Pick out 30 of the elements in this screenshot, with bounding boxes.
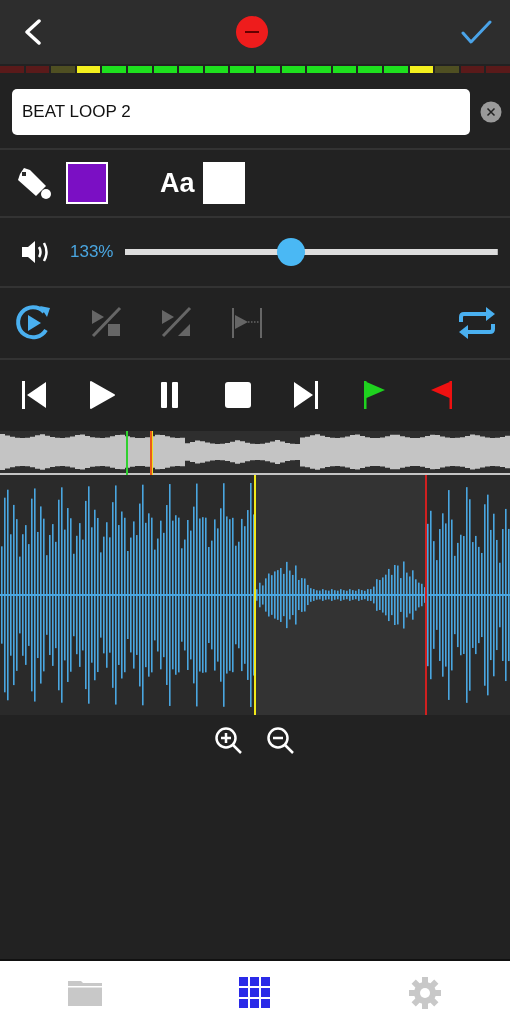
grid-icon bbox=[239, 977, 271, 1009]
slashed-play-triangle-icon bbox=[160, 306, 194, 340]
stop-button[interactable] bbox=[224, 381, 252, 409]
volume-reading: 133% bbox=[70, 242, 114, 262]
delete-button[interactable] bbox=[233, 13, 271, 51]
chevron-left-icon bbox=[22, 19, 44, 45]
play-icon bbox=[89, 380, 115, 410]
skip-forward-icon bbox=[293, 380, 319, 410]
name-input-field[interactable]: BEAT LOOP 2 bbox=[12, 88, 470, 135]
pause-icon bbox=[159, 380, 181, 410]
checkmark-icon bbox=[460, 19, 492, 45]
clear-circle-icon bbox=[480, 100, 502, 123]
slashed-play-square-icon bbox=[90, 306, 124, 340]
repeat-arrows-icon bbox=[458, 306, 496, 340]
settings-icon bbox=[408, 976, 442, 1010]
stop-icon bbox=[224, 381, 252, 409]
play-to-marker-icon bbox=[230, 306, 264, 340]
minus-circle-icon bbox=[235, 15, 269, 49]
skip-back-icon bbox=[21, 380, 47, 410]
fill-color-swatch[interactable] bbox=[66, 162, 108, 204]
text-color-swatch[interactable] bbox=[202, 162, 245, 204]
skip-forward-button[interactable] bbox=[292, 380, 320, 410]
zoom-out-icon bbox=[266, 726, 296, 756]
zoom-in-icon bbox=[214, 726, 244, 756]
play-button[interactable] bbox=[88, 380, 116, 410]
skip-back-button[interactable] bbox=[20, 380, 48, 410]
folder-icon bbox=[67, 978, 103, 1008]
slider-thumb[interactable] bbox=[277, 238, 306, 266]
repeat-button[interactable] bbox=[458, 306, 496, 340]
text-style-label: Aa bbox=[160, 167, 195, 199]
